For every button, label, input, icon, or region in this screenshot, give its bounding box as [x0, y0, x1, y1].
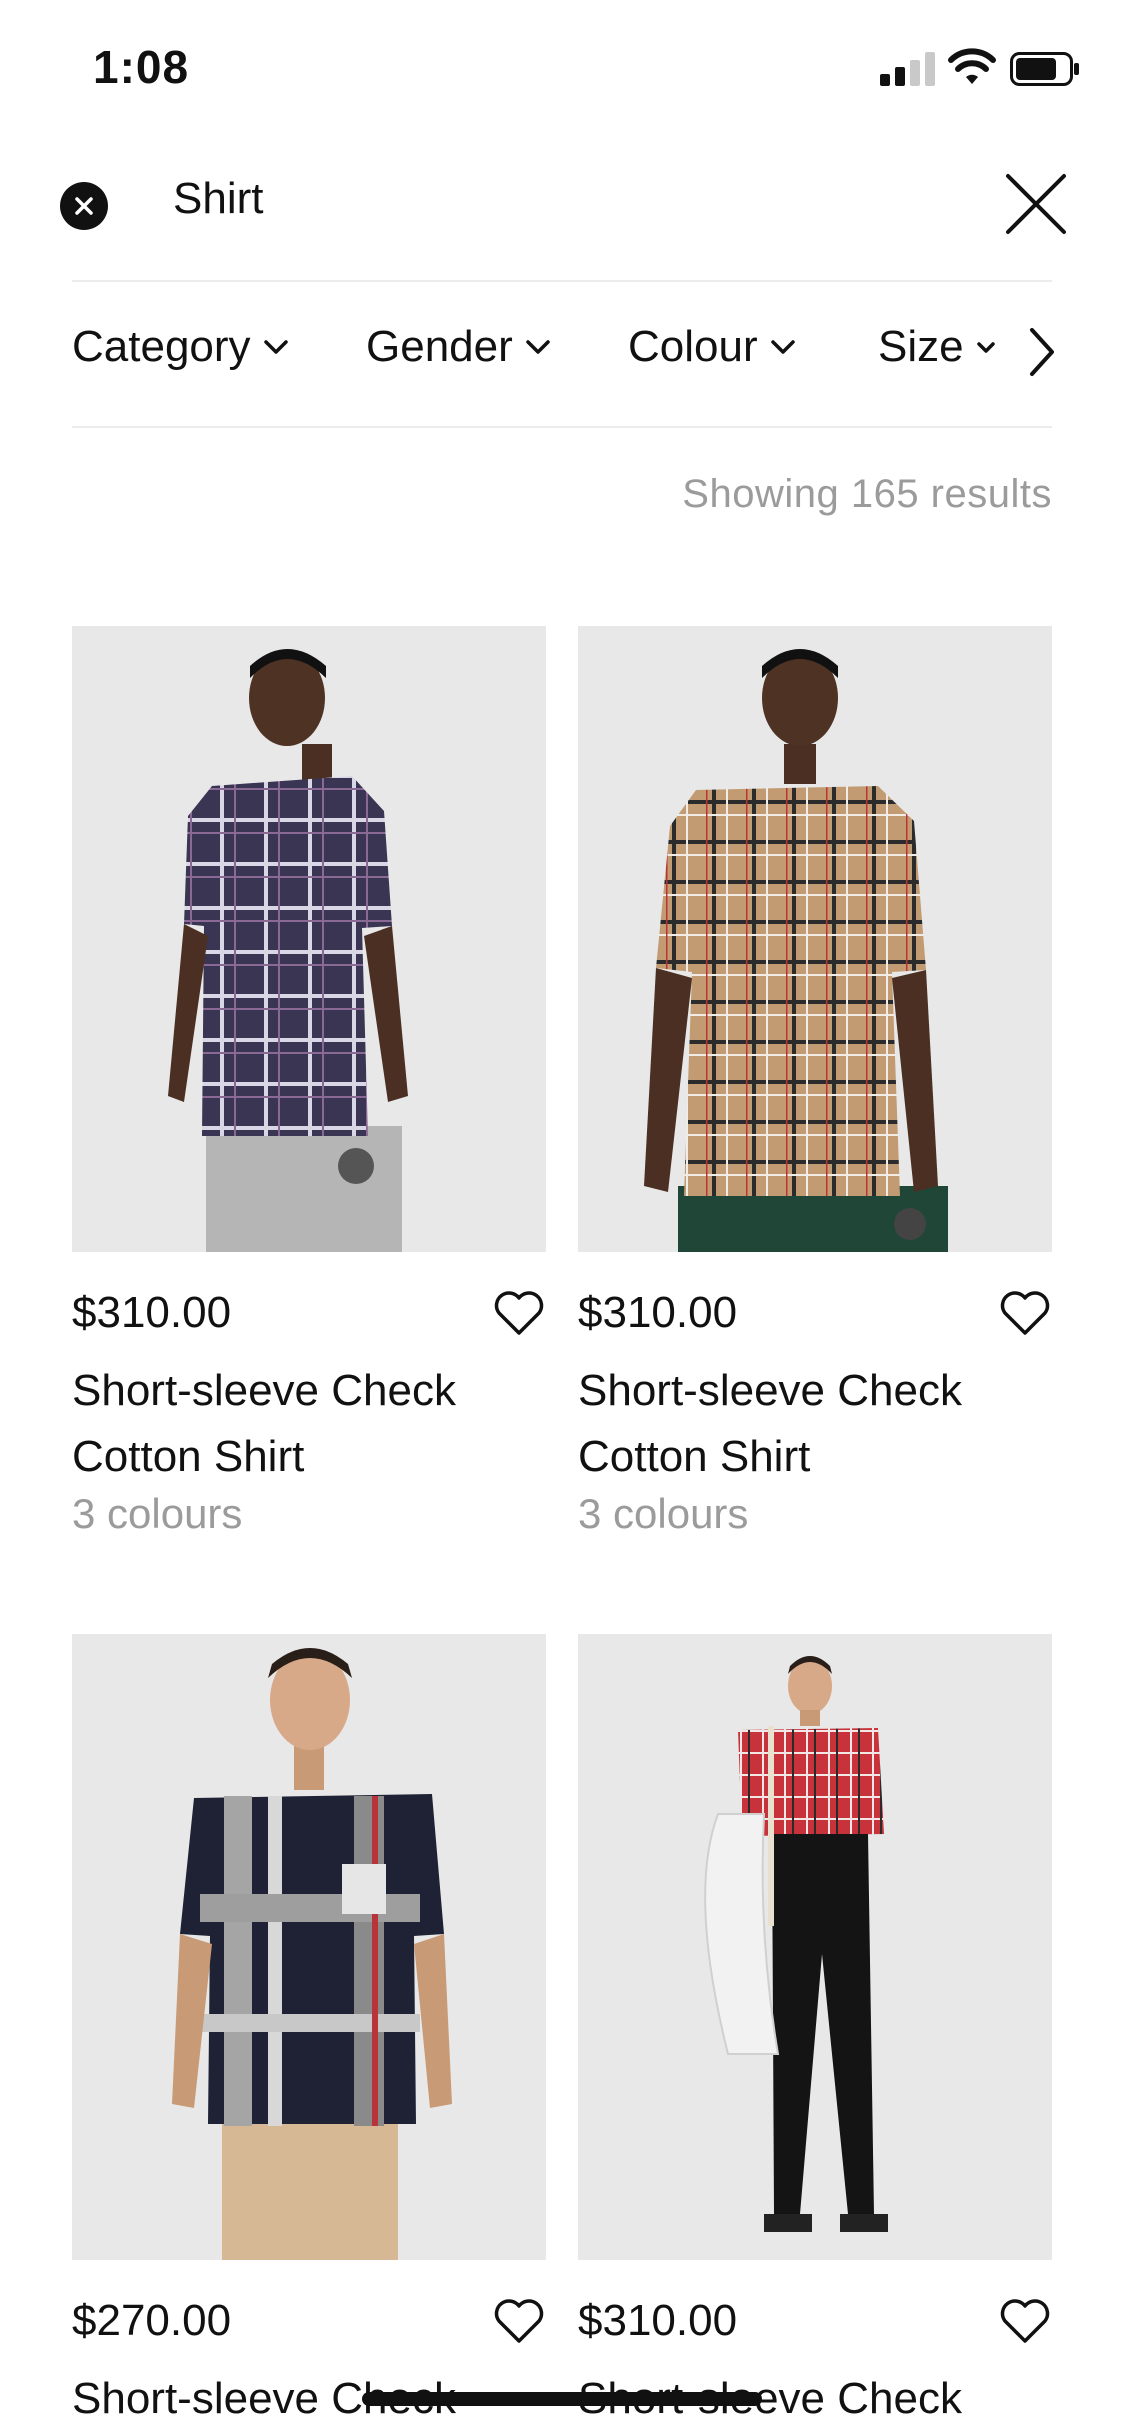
product-colours: 3 colours: [578, 1490, 749, 1537]
product-name[interactable]: Short-sleeve Check Cotton Shirt: [578, 1358, 1052, 1490]
product-card[interactable]: $310.00 Short-sleeve Check Cotton Shirt …: [578, 626, 1052, 1566]
filter-label: Gender: [366, 322, 513, 371]
chevron-down-icon: [526, 340, 550, 354]
product-price: $310.00: [578, 1288, 738, 1337]
wifi-icon: [948, 48, 996, 84]
filter-label: Category: [72, 322, 251, 371]
clear-search-button[interactable]: [60, 182, 108, 230]
product-photo-beige-check: [578, 626, 1052, 1252]
clear-icon: [75, 197, 93, 215]
filter-gender[interactable]: Gender: [366, 322, 551, 372]
product-card[interactable]: $310.00 Short-sleeve Check: [578, 1634, 1052, 2436]
product-photo-large-check: [72, 1634, 546, 2260]
chevron-down-icon: [263, 340, 288, 354]
product-photo-red-check: [578, 1634, 1052, 2260]
product-image[interactable]: [578, 626, 1052, 1252]
product-card[interactable]: $270.00 Short-sleeve Check: [72, 1634, 546, 2436]
chevron-right-icon[interactable]: [1022, 322, 1062, 382]
product-photo-navy-check: [72, 626, 546, 1252]
filter-bar: Category Gender Colour Size: [72, 282, 1054, 428]
product-price: $270.00: [72, 2296, 232, 2345]
search-bar: Shirt: [60, 150, 1066, 282]
results-count: Showing 165 results: [682, 472, 1052, 516]
heart-icon[interactable]: [998, 2296, 1052, 2346]
product-price: $310.00: [72, 1288, 232, 1337]
search-input[interactable]: Shirt: [173, 174, 263, 224]
chevron-down-icon: [976, 342, 995, 353]
cellular-signal-icon: [880, 52, 936, 86]
product-image[interactable]: [72, 626, 546, 1252]
product-image[interactable]: [578, 1634, 1052, 2260]
status-bar: 1:08: [0, 0, 1125, 140]
battery-icon: [1010, 52, 1079, 86]
filter-colour[interactable]: Colour: [628, 322, 796, 372]
product-name[interactable]: Short-sleeve Check Cotton Shirt: [72, 1358, 546, 1490]
product-card[interactable]: $310.00 Short-sleeve Check Cotton Shirt …: [72, 626, 546, 1566]
filter-label: Colour: [628, 322, 758, 371]
close-search-icon[interactable]: [1004, 172, 1068, 236]
home-indicator[interactable]: [362, 2392, 762, 2406]
heart-icon[interactable]: [998, 1288, 1052, 1338]
chevron-down-icon: [770, 340, 795, 354]
heart-icon[interactable]: [492, 2296, 546, 2346]
product-colours: 3 colours: [72, 1490, 243, 1537]
filter-label: Size: [878, 322, 964, 371]
heart-icon[interactable]: [492, 1288, 546, 1338]
product-image[interactable]: [72, 1634, 546, 2260]
search-results-screen: 1:08 Shirt Category Gender Colour Size S…: [0, 0, 1125, 2436]
status-time: 1:08: [93, 41, 190, 93]
filter-size[interactable]: Size: [878, 322, 996, 372]
filter-category[interactable]: Category: [72, 322, 289, 372]
product-price: $310.00: [578, 2296, 738, 2345]
